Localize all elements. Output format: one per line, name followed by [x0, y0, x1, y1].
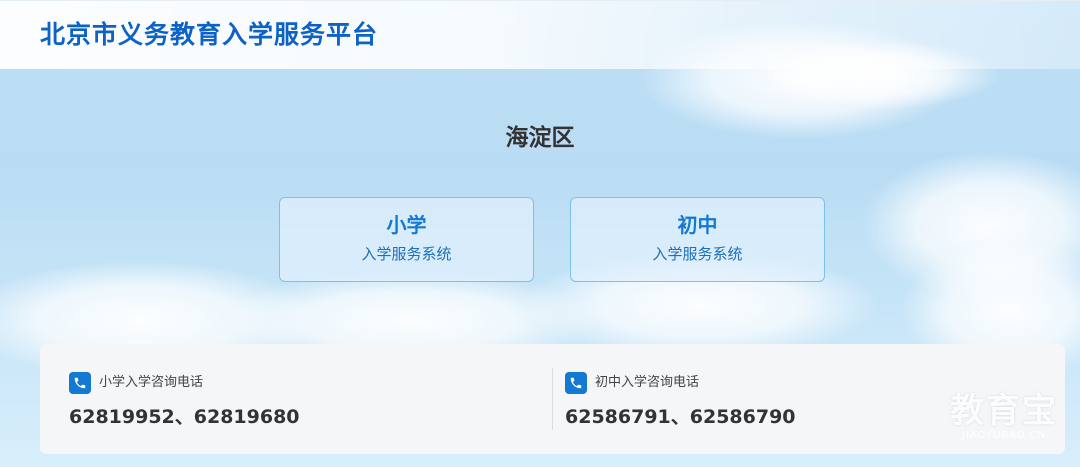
card-subtitle: 入学服务系统 [652, 245, 743, 263]
watermark-text: 教育宝 [950, 391, 1058, 431]
site-title[interactable]: 北京市义务教育入学服务平台 [40, 18, 378, 52]
card-title: 初中 [677, 213, 718, 237]
phone-icon [565, 372, 587, 394]
contact-phone-number: 62586791、62586790 [565, 406, 796, 428]
divider [552, 368, 553, 430]
district-title: 海淀区 [505, 125, 575, 151]
card-subtitle: 入学服务系统 [361, 245, 452, 263]
watermark-logo: 教育宝 JIAOYUBAO.CN [950, 392, 1058, 442]
primary-school-button[interactable]: 小学 入学服务系统 [279, 197, 534, 282]
contact-label: 小学入学咨询电话 [99, 375, 204, 390]
contact-label: 初中入学咨询电话 [595, 375, 700, 390]
watermark-url: JIAOYUBAO.CN [962, 430, 1046, 441]
contact-phone-number: 62819952、62819680 [69, 406, 300, 428]
cloud-decoration [860, 150, 1080, 300]
primary-contact: 小学入学咨询电话 62819952、62819680 [69, 344, 549, 454]
contact-panel: 小学入学咨询电话 62819952、62819680 初中入学咨询电话 6258… [40, 344, 1065, 454]
middle-school-button[interactable]: 初中 入学服务系统 [570, 197, 825, 282]
card-title: 小学 [386, 213, 427, 237]
site-header: 北京市义务教育入学服务平台 [0, 0, 1080, 69]
phone-icon [69, 372, 91, 394]
